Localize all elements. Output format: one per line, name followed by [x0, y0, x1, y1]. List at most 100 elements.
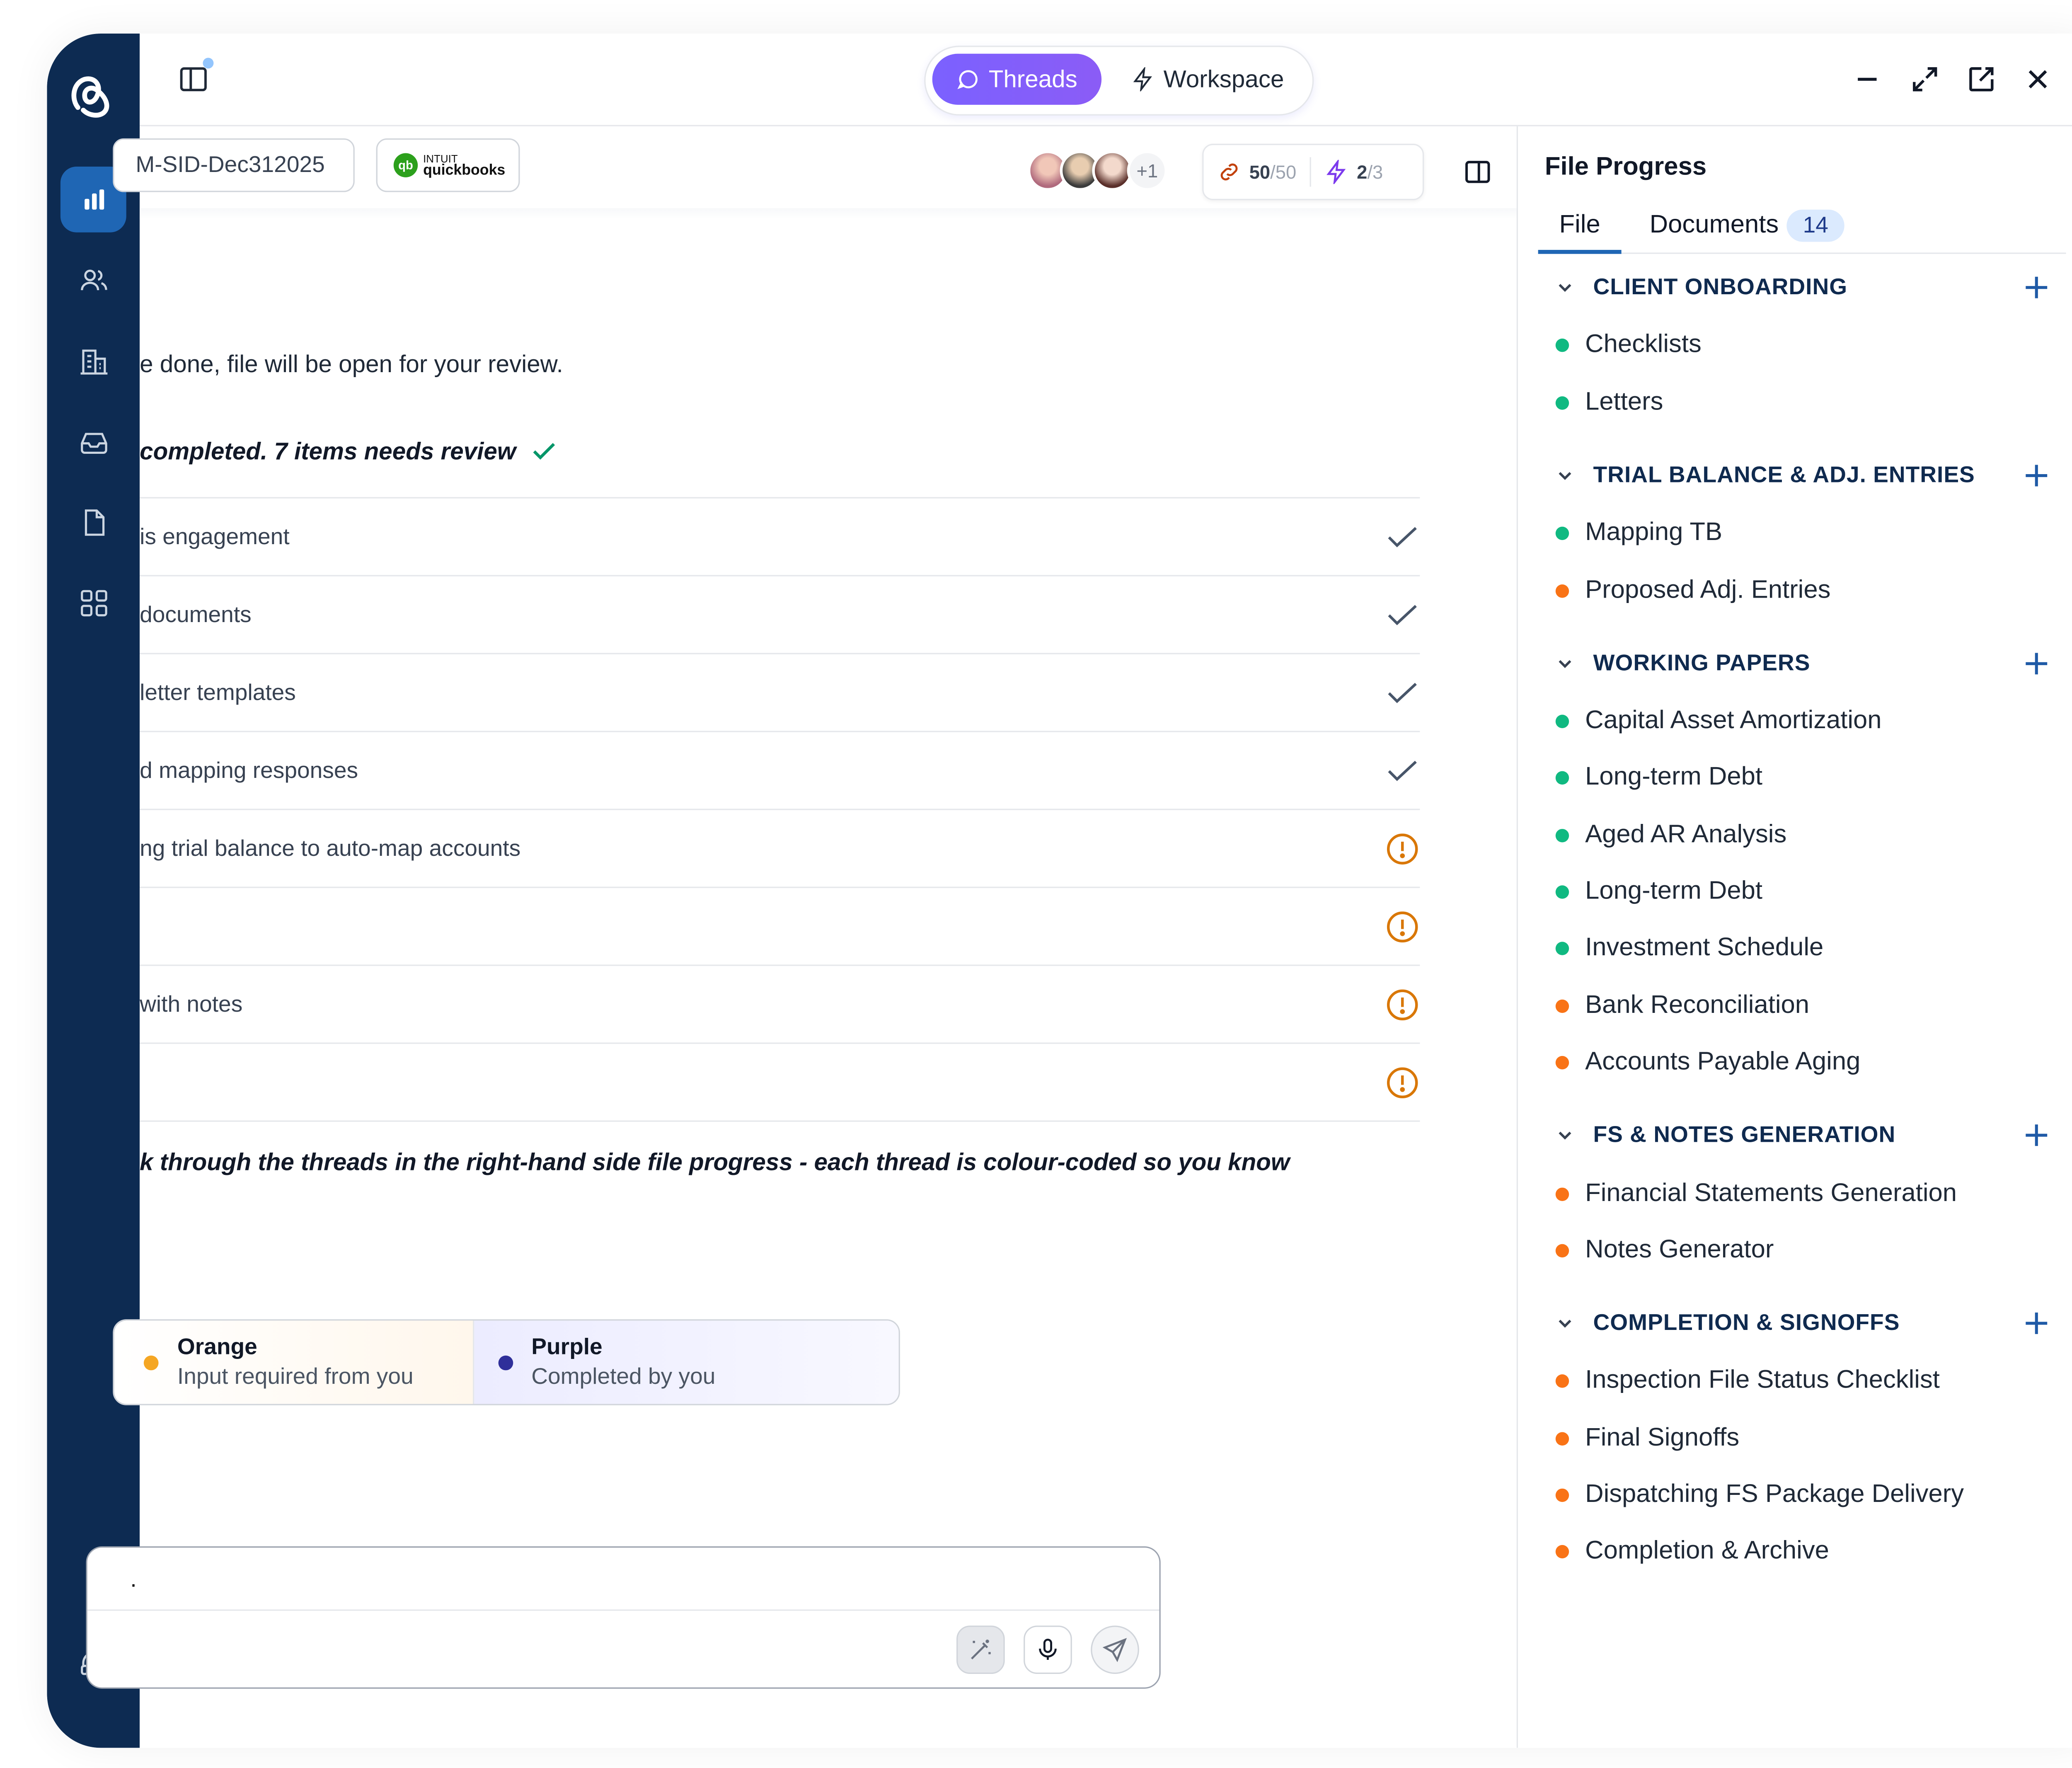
progress-item[interactable]: Capital Asset Amortization [1555, 704, 1882, 739]
microphone-icon [1039, 1638, 1057, 1660]
progress-item[interactable]: Notes Generator [1555, 1233, 1774, 1268]
rail-users[interactable] [61, 247, 126, 313]
alert-circle-icon[interactable] [1385, 910, 1420, 945]
building-icon [80, 349, 107, 374]
progress-item-label: Investment Schedule [1585, 934, 1824, 962]
action-counter-value: 2 [1357, 161, 1368, 183]
checkmark-icon [1388, 605, 1417, 625]
section-header[interactable]: WORKING PAPERS [1556, 647, 1811, 680]
add-item-button[interactable] [2023, 1310, 2050, 1337]
progress-item[interactable]: Long-term Debt [1555, 761, 1763, 796]
tab-documents[interactable]: Documents 14 [1650, 201, 1844, 250]
analytics-icon [84, 189, 104, 209]
rail-organizations[interactable] [61, 328, 126, 394]
composer-divider [87, 1609, 1159, 1611]
close-button[interactable] [2022, 63, 2054, 95]
ai-assist-button[interactable] [956, 1625, 1005, 1674]
users-icon [80, 269, 107, 290]
chevron-down-icon [1559, 660, 1571, 668]
document-icon [84, 509, 104, 535]
progress-item[interactable]: Financial Statements Generation [1555, 1176, 1957, 1211]
add-item-button[interactable] [2023, 274, 2050, 301]
legend-purple: Purple Completed by you [472, 1320, 899, 1404]
minimize-button[interactable] [1851, 63, 1883, 95]
magic-wand-icon [971, 1640, 991, 1660]
task-label: d mapping responses [140, 757, 358, 783]
toggle-file-progress-button[interactable] [1463, 157, 1492, 186]
popout-button[interactable] [1965, 63, 1997, 95]
tab-threads[interactable]: Threads [932, 53, 1102, 105]
section-header[interactable]: CLIENT ONBOARDING [1556, 271, 1847, 304]
progress-item-label: Mapping TB [1585, 518, 1723, 547]
progress-item[interactable]: Final Signoffs [1555, 1421, 1739, 1456]
progress-item[interactable]: Mapping TB [1555, 516, 1723, 551]
alert-circle-icon[interactable] [1385, 988, 1420, 1022]
message-input[interactable] [127, 1558, 1074, 1601]
progress-item[interactable]: Dispatching FS Package Delivery [1555, 1478, 1964, 1513]
status-summary: completed. 7 items needs review [140, 437, 559, 466]
add-item-button[interactable] [2023, 650, 2050, 677]
color-legend: Orange Input required from you Purple Co… [113, 1319, 900, 1405]
add-item-button[interactable] [2023, 1122, 2050, 1149]
progress-item[interactable]: Accounts Payable Aging [1555, 1045, 1860, 1080]
legend-desc: Input required from you [177, 1364, 414, 1389]
send-icon [1102, 1638, 1127, 1662]
progress-item[interactable]: Proposed Adj. Entries [1555, 573, 1830, 608]
inbox-icon [80, 432, 107, 453]
expand-button[interactable] [1909, 63, 1941, 95]
nav-rail [47, 34, 140, 1748]
progress-item[interactable]: Bank Reconciliation [1555, 988, 1810, 1023]
task-row: is engagement [140, 497, 1420, 575]
tab-workspace[interactable]: Workspace [1111, 54, 1305, 105]
section-header[interactable]: FS & NOTES GENERATION [1556, 1119, 1895, 1152]
quickbooks-label: quickbooks [423, 162, 506, 178]
status-dot [1555, 1187, 1569, 1201]
task-list: is engagement documents letter templates… [140, 497, 1420, 1122]
checkmark-icon [1388, 527, 1417, 547]
progress-item[interactable]: Completion & Archive [1555, 1535, 1829, 1569]
progress-item[interactable]: Letters [1555, 385, 1663, 420]
progress-item[interactable]: Aged AR Analysis [1555, 818, 1787, 853]
progress-item-label: Long-term Debt [1585, 763, 1763, 792]
section-header[interactable]: TRIAL BALANCE & ADJ. ENTRIES [1556, 459, 1975, 492]
quickbooks-chip[interactable]: qb INTUIT quickbooks [376, 138, 520, 192]
alert-circle-icon[interactable] [1385, 832, 1420, 867]
progress-item[interactable]: Checklists [1555, 328, 1702, 363]
quickbooks-wordmark: INTUIT quickbooks [423, 153, 506, 178]
file-chip[interactable]: M-SID-Dec312025 [113, 138, 355, 192]
mode-switch: Threads Workspace [924, 46, 1314, 116]
rail-inbox[interactable] [61, 408, 126, 474]
section-header[interactable]: COMPLETION & SIGNOFFS [1556, 1307, 1900, 1339]
rail-documents[interactable] [61, 489, 126, 555]
chevron-down-icon [1559, 1320, 1571, 1328]
checkmark-icon [1388, 683, 1417, 703]
avatar-overflow-count: +1 [1127, 150, 1167, 191]
voice-input-button[interactable] [1024, 1625, 1072, 1674]
add-item-button[interactable] [2023, 462, 2050, 489]
sidebar-panel-icon [180, 67, 207, 92]
progress-item-label: Bank Reconciliation [1585, 991, 1810, 1020]
usage-counters[interactable]: 50/50 2/3 [1202, 143, 1424, 200]
plus-icon [2026, 652, 2048, 674]
progress-item[interactable]: Investment Schedule [1555, 931, 1824, 966]
sidebar-toggle-button[interactable] [177, 58, 214, 95]
status-dot [1555, 339, 1569, 353]
alert-circle-icon[interactable] [1385, 1066, 1420, 1100]
progress-item-label: Long-term Debt [1585, 877, 1763, 906]
send-button[interactable] [1091, 1625, 1139, 1674]
quickbooks-logo-icon: qb [393, 153, 418, 177]
rail-apps[interactable] [61, 569, 126, 635]
progress-item-label: Aged AR Analysis [1585, 820, 1787, 849]
orange-dot [143, 1355, 159, 1370]
logo-icon[interactable] [66, 67, 122, 124]
task-row [140, 1042, 1420, 1122]
link-counter-total: /50 [1270, 161, 1297, 183]
checkmark-icon [533, 443, 555, 460]
progress-item[interactable]: Long-term Debt [1555, 874, 1763, 909]
chevron-down-icon [1559, 1132, 1571, 1140]
progress-item[interactable]: Inspection File Status Checklist [1555, 1364, 1940, 1399]
tab-file[interactable]: File [1538, 201, 1622, 254]
task-row: letter templates [140, 653, 1420, 731]
action-counter-total: /3 [1367, 161, 1383, 183]
progress-item-label: Completion & Archive [1585, 1537, 1829, 1566]
